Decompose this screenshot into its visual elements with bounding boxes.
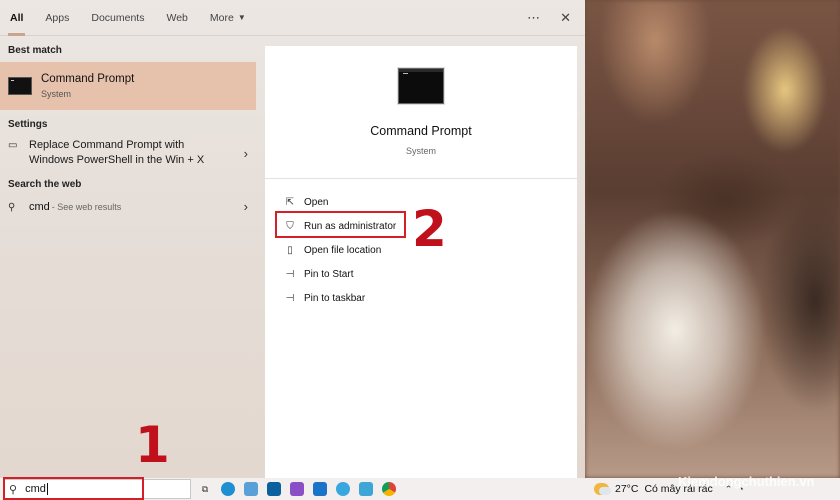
file-location-icon: ▯ [287,244,293,256]
command-prompt-icon [8,77,32,95]
zalo-icon[interactable] [359,482,373,496]
taskbar-search-box[interactable]: ⚲ cmd [3,479,191,499]
tab-more[interactable]: More ▼ [210,0,246,36]
more-options-icon[interactable]: ⋯ [527,10,540,26]
action-list: ⇱ Open ⛉ Run as administrator ▯ Open fil… [283,190,397,310]
chevron-right-icon: › [243,199,248,214]
step-1-label: 1 [135,416,170,474]
best-match-title: Command Prompt [41,73,135,85]
desktop-background [585,0,840,478]
close-icon[interactable]: ✕ [560,10,571,26]
store-icon[interactable] [267,482,281,496]
search-icon: ⚲ [9,483,18,496]
best-match-subtitle: System [41,89,72,99]
open-icon: ⇱ [285,196,295,208]
watermark: Kiemdongchuthien.vn [678,474,815,489]
action-label: Run as administrator [304,220,397,232]
divider [265,178,577,179]
tab-label: Web [166,11,188,24]
tab-label: Documents [91,11,145,24]
edge-icon[interactable] [221,482,235,496]
action-label: Pin to taskbar [304,292,366,304]
tab-documents[interactable]: Documents [91,0,144,36]
text-cursor [46,483,48,495]
search-tabs: All Apps Documents Web More ▼ ⋯ ✕ [0,0,585,36]
pen-app-icon[interactable] [290,482,304,496]
start-menu-panel: All Apps Documents Web More ▼ ⋯ ✕ Best ma… [0,0,585,478]
web-search-item[interactable]: ⚲ cmd - See web results › [0,194,262,220]
web-search-query: cmd [29,201,50,213]
web-search-suffix: - See web results [51,202,122,212]
shield-icon: ⛉ [286,220,294,232]
action-pin-to-start[interactable]: ⊣ Pin to Start [283,262,396,286]
settings-result-text: Replace Command Prompt with Windows Powe… [29,139,205,166]
pin-icon: ⊣ [285,268,295,280]
search-web-heading: Search the web [8,178,82,190]
best-match-heading: Best match [8,44,62,56]
action-open[interactable]: ⇱ Open [283,190,396,214]
weather-icon[interactable] [594,483,611,495]
tab-apps[interactable]: Apps [45,0,69,36]
photos-icon[interactable] [244,482,258,496]
best-match-item[interactable]: Command Prompt System [0,62,256,110]
mail-icon[interactable] [313,482,327,496]
skype-icon[interactable] [336,482,350,496]
chrome-icon[interactable] [382,482,396,496]
settings-heading: Settings [8,118,48,130]
taskbar-apps: ⧉ [198,478,396,500]
action-label: Open file location [304,244,382,256]
step-2-label: 2 [412,200,447,258]
search-input[interactable]: cmd [25,483,46,495]
tab-label: All [10,11,24,24]
tab-web[interactable]: Web [166,0,187,36]
settings-result-item[interactable]: ▭ Replace Command Prompt with Windows Po… [0,134,262,172]
search-icon: ⚲ [8,201,16,213]
action-label: Open [304,196,329,208]
action-label: Pin to Start [304,268,354,280]
chevron-right-icon: › [243,146,248,161]
caret-down-icon: ▼ [237,13,246,22]
pin-icon: ⊣ [285,292,295,304]
tab-label: More [209,11,234,24]
command-prompt-large-icon [398,68,444,104]
results-list: Best match Command Prompt System Setting… [0,40,262,220]
monitor-icon: ▭ [8,140,18,151]
detail-subtitle: System [405,146,436,156]
action-pin-to-taskbar[interactable]: ⊣ Pin to taskbar [283,286,396,310]
task-view-icon[interactable]: ⧉ [198,482,212,496]
tab-label: Apps [45,11,70,24]
tab-all[interactable]: All [7,0,26,36]
detail-pane: Command Prompt System ⇱ Open ⛉ Run as ad… [265,46,577,478]
action-run-as-administrator[interactable]: ⛉ Run as administrator [283,214,396,238]
detail-title: Command Prompt [370,124,472,138]
action-open-file-location[interactable]: ▯ Open file location [283,238,396,262]
weather-temperature[interactable]: 27°C [615,483,638,495]
